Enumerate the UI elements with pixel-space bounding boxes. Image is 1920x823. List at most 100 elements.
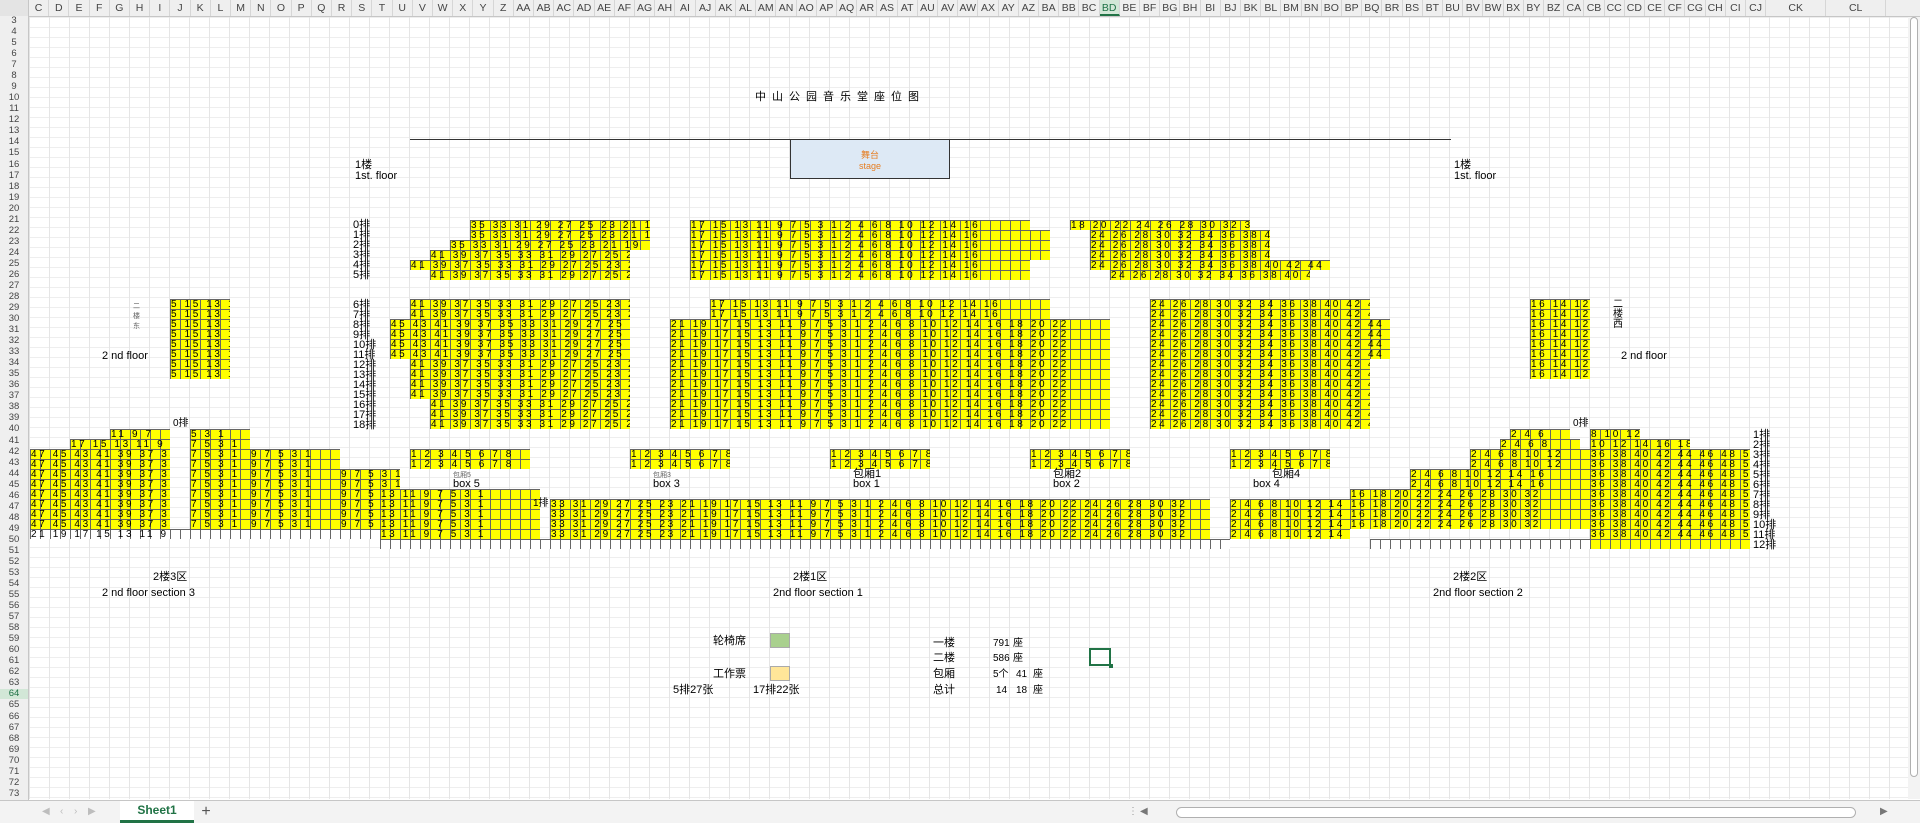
column-header-ak[interactable]: AK xyxy=(716,0,736,16)
column-header-bj[interactable]: BJ xyxy=(1221,0,1241,16)
row-header-46[interactable]: 46 xyxy=(0,490,28,501)
row-header-68[interactable]: 68 xyxy=(0,733,28,744)
row-header-42[interactable]: 42 xyxy=(0,446,28,457)
column-header-bw[interactable]: BW xyxy=(1483,0,1504,16)
row-header-35[interactable]: 35 xyxy=(0,369,28,379)
row-header-9[interactable]: 9 xyxy=(0,82,28,92)
row-header-71[interactable]: 71 xyxy=(0,766,28,777)
seat-block-mid-right-a[interactable]: 24 26 28 30 32 34 36 38 40 42 44 4624 26… xyxy=(1150,299,1370,320)
column-header-s[interactable]: S xyxy=(352,0,373,16)
row-header-22[interactable]: 22 xyxy=(0,225,28,236)
seat-block-front-left-1[interactable]: 35 33 31 29 27 25 23 21 19 xyxy=(470,230,650,241)
column-header-ap[interactable]: AP xyxy=(817,0,837,16)
seat-block-sec2-c[interactable]: 2 4 6 8 10 12 2 4 6 8 10 12 xyxy=(1470,449,1590,470)
column-header-ao[interactable]: AO xyxy=(797,0,817,16)
row-header-39[interactable]: 39 xyxy=(0,413,28,423)
seat-block-mid-center-b[interactable]: 21 19 17 15 13 11 9 7 5 3 1 2 4 6 8 10 1… xyxy=(670,319,1110,430)
seat-block-box4[interactable]: 1 2 3 4 5 6 7 81 2 3 4 5 6 7 8 xyxy=(1230,449,1330,470)
row-header-18[interactable]: 18 xyxy=(0,181,28,192)
column-header-p[interactable]: P xyxy=(292,0,312,16)
row-header-63[interactable]: 63 xyxy=(0,678,28,688)
column-header-ay[interactable]: AY xyxy=(999,0,1019,16)
seat-block-mid-right-b[interactable]: 24 26 28 30 32 34 36 38 40 42 44 46 24 26… xyxy=(1150,319,1390,360)
column-header-m[interactable]: M xyxy=(231,0,252,16)
seat-block-sec2-a[interactable]: 2 4 6 xyxy=(1510,429,1570,440)
column-header-ar[interactable]: AR xyxy=(857,0,878,16)
row-header-58[interactable]: 58 xyxy=(0,623,28,633)
column-header-ac[interactable]: AC xyxy=(554,0,575,16)
row-header-5[interactable]: 5 xyxy=(0,38,28,48)
column-header-ck[interactable]: CK xyxy=(1766,0,1827,16)
column-header-ae[interactable]: AE xyxy=(595,0,615,16)
row-header-54[interactable]: 54 xyxy=(0,579,28,589)
column-header-k[interactable]: K xyxy=(191,0,211,16)
column-header-ba[interactable]: BA xyxy=(1039,0,1060,16)
row-header-69[interactable]: 69 xyxy=(0,744,28,755)
column-header-bz[interactable]: BZ xyxy=(1544,0,1565,16)
row-header-56[interactable]: 56 xyxy=(0,601,28,611)
split-handle-icon[interactable]: ⋮ xyxy=(1128,806,1138,817)
column-header-ch[interactable]: CH xyxy=(1706,0,1726,16)
column-header-an[interactable]: AN xyxy=(776,0,797,16)
row-header-3[interactable]: 3 xyxy=(0,16,28,26)
column-header-av[interactable]: AV xyxy=(938,0,959,16)
row-header-21[interactable]: 21 xyxy=(0,214,28,225)
column-header-by[interactable]: BY xyxy=(1524,0,1544,16)
seat-block-front-right-0[interactable]: 18 20 22 24 26 28 30 32 34 xyxy=(1070,220,1250,231)
column-header-cf[interactable]: CF xyxy=(1665,0,1686,16)
next-sheet-arrow-icon[interactable]: › xyxy=(74,806,77,817)
row-header-20[interactable]: 20 xyxy=(0,203,28,214)
seat-block-sec3-b[interactable]: 17 15 13 11 9 xyxy=(70,439,170,450)
column-header-ca[interactable]: CA xyxy=(1564,0,1585,16)
seat-block-sec2-d[interactable]: 2 4 6 8 10 12 14 16 2 4 6 8 10 12 14 16 xyxy=(1410,469,1590,490)
seat-block-sec3-w[interactable]: 21 19 17 15 13 11 9 xyxy=(30,529,170,540)
column-header-am[interactable]: AM xyxy=(756,0,777,16)
row-header-24[interactable]: 24 xyxy=(0,247,28,258)
horizontal-scrollbar[interactable]: ◀ ▶ xyxy=(1140,806,1888,819)
column-header-ai[interactable]: AI xyxy=(675,0,696,16)
column-header-cl[interactable]: CL xyxy=(1826,0,1887,16)
row-header-60[interactable]: 60 xyxy=(0,645,28,655)
seat-block-sec2-i[interactable]: 36 38 40 42 44 46 48 50 36 38 40 42 44 46… xyxy=(1590,449,1750,550)
seat-block-front-center[interactable]: 17 15 13 11 9 7 5 3 1 2 4 6 8 10 12 14 1… xyxy=(690,220,1030,281)
row-header-6[interactable]: 6 xyxy=(0,49,28,59)
column-header-ax[interactable]: AX xyxy=(978,0,999,16)
seat-block-sec2-h[interactable]: 10 12 14 16 18 xyxy=(1590,439,1690,450)
seat-block-sec3-w2[interactable] xyxy=(170,529,380,539)
row-header-67[interactable]: 67 xyxy=(0,722,28,733)
column-header-l[interactable]: L xyxy=(211,0,231,16)
column-header-t[interactable]: T xyxy=(372,0,393,16)
row-header-47[interactable]: 47 xyxy=(0,501,28,512)
row-header-12[interactable]: 12 xyxy=(0,115,28,125)
row-header-73[interactable]: 73 xyxy=(0,788,28,799)
scroll-left-arrow-icon[interactable]: ◀ xyxy=(1140,806,1148,817)
row-header-49[interactable]: 49 xyxy=(0,523,28,534)
seat-block-front-center-r[interactable] xyxy=(1030,230,1050,260)
column-header-n[interactable]: N xyxy=(251,0,272,16)
column-header-bi[interactable]: BI xyxy=(1201,0,1221,16)
seat-block-front-right-1[interactable]: 24 26 28 30 32 34 36 38 40 42 44 4624 26… xyxy=(1090,230,1270,261)
column-header-r[interactable]: R xyxy=(332,0,353,16)
seat-block-sec3-c[interactable]: 47 45 43 41 39 37 35 47 45 43 41 39 37 35… xyxy=(30,449,170,530)
column-header-cc[interactable]: CC xyxy=(1605,0,1625,16)
seat-block-front-left-5[interactable]: 41 39 37 35 33 31 29 27 25 23 21 xyxy=(410,260,630,271)
column-header-as[interactable]: AS xyxy=(877,0,898,16)
column-header-q[interactable]: Q xyxy=(312,0,332,16)
row-header-37[interactable]: 37 xyxy=(0,391,28,401)
horizontal-scroll-thumb[interactable] xyxy=(1176,807,1856,818)
seat-block-sec3-a[interactable]: 11 9 7 xyxy=(110,429,170,440)
column-header-ah[interactable]: AH xyxy=(655,0,676,16)
row-header-57[interactable]: 57 xyxy=(0,612,28,622)
column-header-j[interactable]: J xyxy=(170,0,191,16)
column-header-bx[interactable]: BX xyxy=(1504,0,1524,16)
column-header-af[interactable]: AF xyxy=(615,0,635,16)
row-header-41[interactable]: 41 xyxy=(0,435,28,446)
column-header-au[interactable]: AU xyxy=(918,0,938,16)
row-header-34[interactable]: 34 xyxy=(0,358,28,368)
row-header-32[interactable]: 32 xyxy=(0,336,28,346)
column-header-cd[interactable]: CD xyxy=(1625,0,1645,16)
seat-block-front-right-3[interactable]: 24 26 28 30 32 34 36 38 40 42 44 46 xyxy=(1090,260,1330,271)
seat-block-sec2-w2[interactable] xyxy=(1590,539,1750,549)
column-header-g[interactable]: G xyxy=(110,0,130,16)
row-header-11[interactable]: 11 xyxy=(0,104,28,114)
